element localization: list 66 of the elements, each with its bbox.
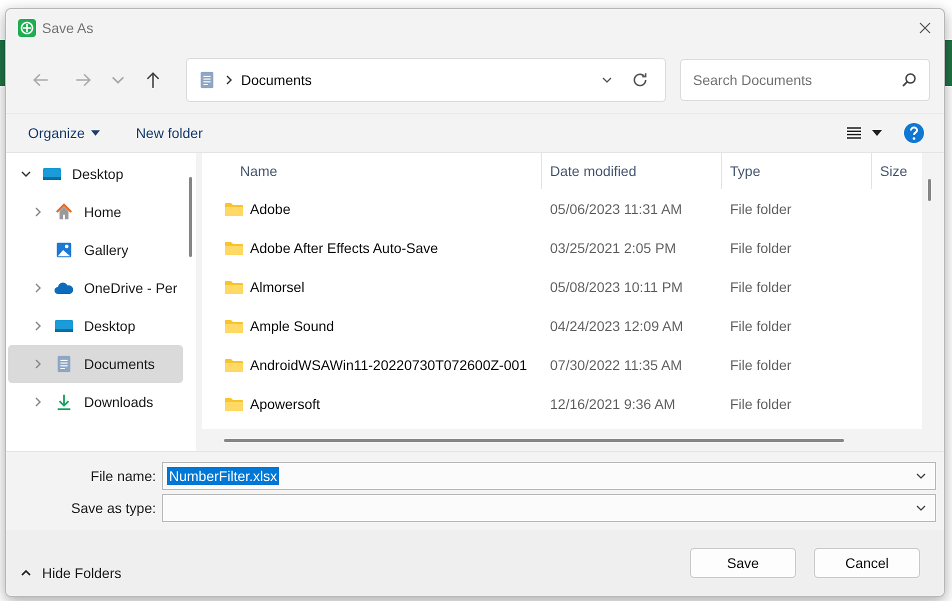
- type-cell-text: File folder: [729, 200, 792, 216]
- picture-icon: [54, 241, 74, 259]
- column-header[interactable]: Name: [202, 153, 542, 189]
- monitor-icon: [54, 317, 74, 335]
- app-icon: [18, 19, 36, 37]
- sidebar-item[interactable]: Desktop: [8, 307, 183, 345]
- type-cell-text: File folder: [729, 318, 792, 334]
- file-name-cell[interactable]: AndroidWSAWin11-20220730T072600Z-001: [250, 356, 528, 372]
- combo-field[interactable]: NumberFilter.xlsx: [162, 462, 936, 490]
- scrollbar-thumb[interactable]: [224, 438, 844, 442]
- folder-icon: [224, 356, 244, 372]
- file-name-cell[interactable]: Ample Sound: [250, 318, 334, 334]
- folder-icon: [224, 240, 244, 256]
- organize-button[interactable]: Organize: [20, 121, 108, 145]
- monitor-icon: [42, 165, 62, 183]
- hide-folders-button[interactable]: Hide Folders: [20, 565, 122, 581]
- forward-arrow-icon[interactable]: [74, 71, 92, 89]
- type-cell-text: File folder: [729, 278, 792, 294]
- search-box[interactable]: Search Documents: [680, 59, 930, 101]
- search-icon[interactable]: [901, 72, 917, 88]
- column-header[interactable]: Date modified: [542, 153, 722, 189]
- scrollbar-thumb[interactable]: [189, 177, 192, 257]
- dialog-button[interactable]: Cancel: [814, 548, 920, 578]
- file-name-cell[interactable]: Almorsel: [250, 278, 304, 294]
- caret-icon[interactable]: [872, 130, 882, 136]
- scrollbar-thumb[interactable]: [928, 179, 931, 201]
- file-name-cell[interactable]: Adobe After Effects Auto-Save: [250, 240, 438, 256]
- type-cell-text: File folder: [729, 396, 792, 412]
- address-bar[interactable]: Documents: [186, 58, 666, 102]
- type-cell-text: File folder: [729, 356, 792, 372]
- sidebar-item[interactable]: Desktop: [8, 155, 183, 193]
- window-title: Save As: [42, 20, 94, 36]
- date-cell-text: 05/08/2023 10:11 PM: [549, 278, 684, 294]
- date-cell-text: 05/06/2023 11:31 AM: [549, 200, 684, 216]
- refresh-icon[interactable]: [631, 71, 649, 89]
- sidebar-item[interactable]: OneDrive - Per: [8, 269, 183, 307]
- column-header[interactable]: Type: [722, 153, 872, 189]
- sidebar-item[interactable]: Downloads: [8, 383, 183, 421]
- file-name-cell[interactable]: Adobe: [250, 200, 290, 216]
- field-label: Save as type:: [70, 500, 157, 516]
- column-header[interactable]: Size: [872, 153, 922, 189]
- date-cell-text: 12/16/2021 9:36 AM: [549, 396, 676, 412]
- dialog-button[interactable]: Save: [690, 548, 796, 578]
- home-icon: [54, 203, 74, 221]
- date-cell-text: 04/24/2023 12:09 AM: [549, 318, 684, 334]
- sidebar-item[interactable]: Documents: [8, 345, 183, 383]
- file-name-cell[interactable]: Apowersoft: [250, 396, 320, 412]
- type-cell-text: File folder: [729, 240, 792, 256]
- caret-icon: [90, 130, 100, 136]
- help-icon[interactable]: [904, 123, 924, 143]
- up-arrow-icon[interactable]: [144, 71, 162, 89]
- field-label: File name:: [90, 468, 157, 484]
- combo-field[interactable]: [162, 494, 936, 522]
- sidebar-item[interactable]: Gallery: [8, 231, 183, 269]
- list-view-icon[interactable]: [846, 125, 862, 141]
- folder-icon: [224, 200, 244, 216]
- folder-icon: [224, 318, 244, 334]
- date-cell-text: 07/30/2022 11:35 AM: [549, 356, 684, 372]
- folder-icon: [224, 396, 244, 412]
- new-folder-button[interactable]: New folder: [128, 121, 211, 145]
- back-arrow-icon[interactable]: [32, 71, 50, 89]
- close-icon[interactable]: [918, 21, 932, 35]
- breadcrumb-link[interactable]: Documents: [241, 72, 312, 88]
- folder-icon: [224, 278, 244, 294]
- sidebar-item[interactable]: Home: [8, 193, 183, 231]
- date-cell-text: 03/25/2021 2:05 PM: [549, 240, 678, 256]
